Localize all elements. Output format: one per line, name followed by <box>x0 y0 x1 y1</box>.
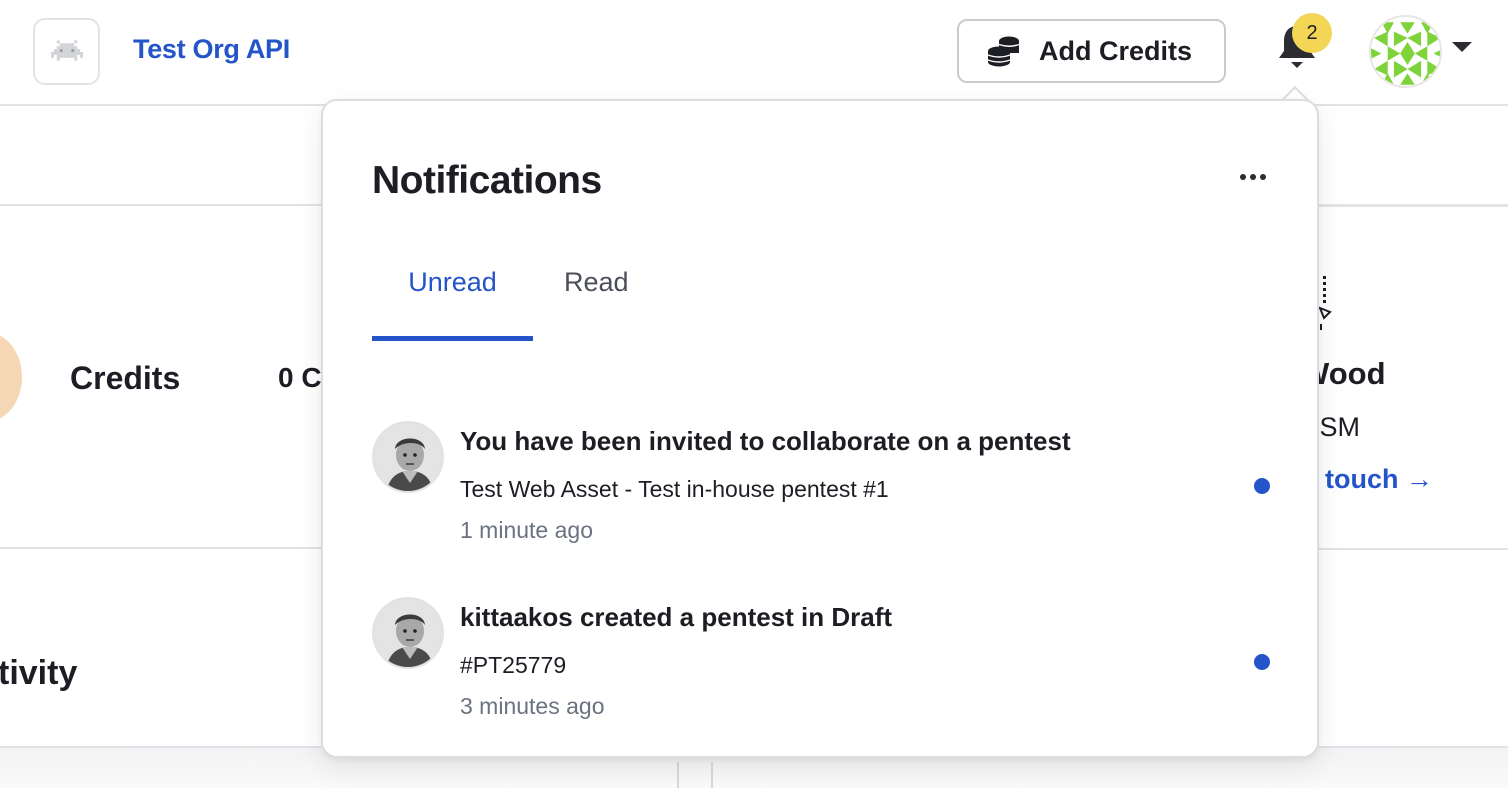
add-credits-label: Add Credits <box>1039 35 1193 66</box>
ellipsis-icon <box>1240 174 1246 180</box>
credits-title: Credits <box>70 360 181 396</box>
more-options-button[interactable] <box>1235 165 1271 189</box>
csm-illustration-icon <box>1318 276 1332 330</box>
notification-count-badge: 2 <box>1292 13 1332 53</box>
notification-subtitle: Test Web Asset - Test in-house pentest #… <box>460 476 889 502</box>
notification-time: 3 minutes ago <box>460 693 605 719</box>
activity-title: tivity <box>0 654 78 692</box>
add-credits-button[interactable]: Add Credits <box>957 19 1226 83</box>
space-invader-icon <box>50 39 83 61</box>
user-avatar[interactable] <box>1369 15 1442 88</box>
notification-item[interactable]: You have been invited to collaborate on … <box>372 421 1272 561</box>
notification-item[interactable]: kittaakos created a pentest in Draft #PT… <box>372 597 1272 737</box>
notification-subtitle: #PT25779 <box>460 652 567 678</box>
unread-dot-icon <box>1254 654 1270 670</box>
notifications-title: Notifications <box>372 159 602 202</box>
column-divider <box>677 762 679 788</box>
org-name-link[interactable]: Test Org API <box>133 34 290 65</box>
ellipsis-icon <box>1250 174 1256 180</box>
top-header: Test Org API Add Credits 2 <box>0 0 1508 106</box>
avatar <box>372 421 444 493</box>
credits-icon <box>0 332 22 422</box>
unread-dot-icon <box>1254 478 1270 494</box>
column-divider <box>711 762 713 788</box>
person-photo-icon <box>374 423 442 491</box>
person-photo-icon <box>374 599 442 667</box>
coins-stack-icon <box>987 36 1020 67</box>
tab-unread[interactable]: Unread <box>372 261 533 341</box>
caret-down-icon[interactable] <box>1452 42 1472 52</box>
notification-time: 1 minute ago <box>460 517 593 543</box>
notifications-popover: Notifications Unread Read You have been … <box>321 99 1319 758</box>
tab-read[interactable]: Read <box>564 261 629 341</box>
avatar <box>372 597 444 669</box>
ellipsis-icon <box>1260 174 1266 180</box>
get-in-touch-link[interactable]: touch → <box>1325 464 1433 495</box>
notification-title: You have been invited to collaborate on … <box>460 426 1071 456</box>
credits-value: 0 C <box>278 362 322 393</box>
green-pattern-avatar-icon <box>1371 17 1440 86</box>
org-logo[interactable] <box>33 18 100 85</box>
notification-title: kittaakos created a pentest in Draft <box>460 602 893 632</box>
